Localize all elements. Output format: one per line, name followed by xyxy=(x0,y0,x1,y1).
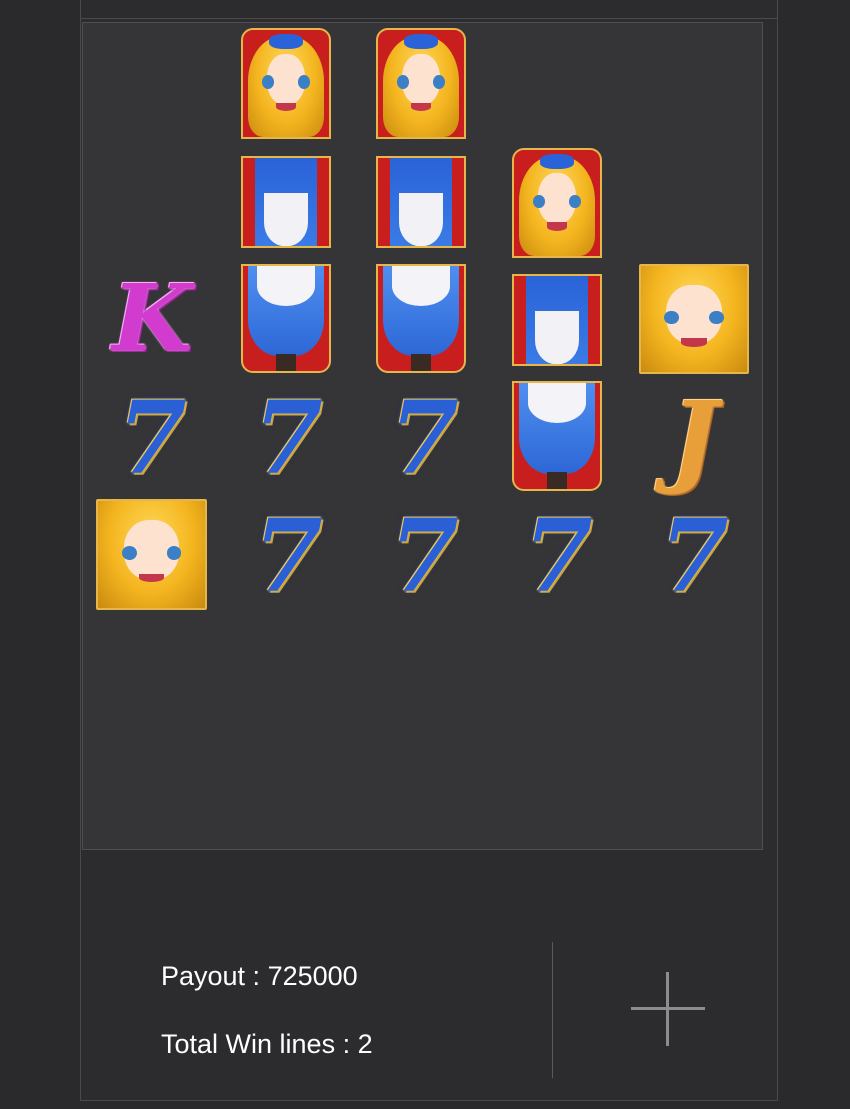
alice-stack-bottom-icon xyxy=(376,264,466,373)
vertical-divider xyxy=(552,942,553,1078)
symbol-seven: 7 xyxy=(523,497,593,615)
symbol-seven: 7 xyxy=(389,497,459,615)
alice-wild-icon xyxy=(96,499,207,610)
symbol-seven: 7 xyxy=(253,379,323,497)
alice-wild-icon xyxy=(639,264,749,374)
alice-stack-top-icon xyxy=(512,148,602,258)
alice-stack-top-icon xyxy=(241,28,331,139)
alice-stack-top-icon xyxy=(376,28,466,139)
payout-text: Payout : 725000 xyxy=(161,961,358,991)
symbol-seven: 7 xyxy=(117,379,187,497)
alice-stack-bottom-icon xyxy=(241,264,331,373)
symbol-seven: 7 xyxy=(389,379,459,497)
symbol-seven: 7 xyxy=(253,497,323,615)
alice-stack-middle-icon xyxy=(241,156,331,248)
alice-stack-bottom-icon xyxy=(512,381,602,491)
symbol-seven: 7 xyxy=(659,497,729,615)
symbol-jack: J xyxy=(670,379,718,497)
panel-top-border xyxy=(81,18,777,19)
alice-stack-middle-icon xyxy=(376,156,466,248)
alice-stack-middle-icon xyxy=(512,274,602,366)
total-win-lines-text: Total Win lines : 2 xyxy=(161,1029,373,1059)
plus-icon[interactable] xyxy=(631,972,705,1046)
symbol-king: K xyxy=(112,264,192,372)
